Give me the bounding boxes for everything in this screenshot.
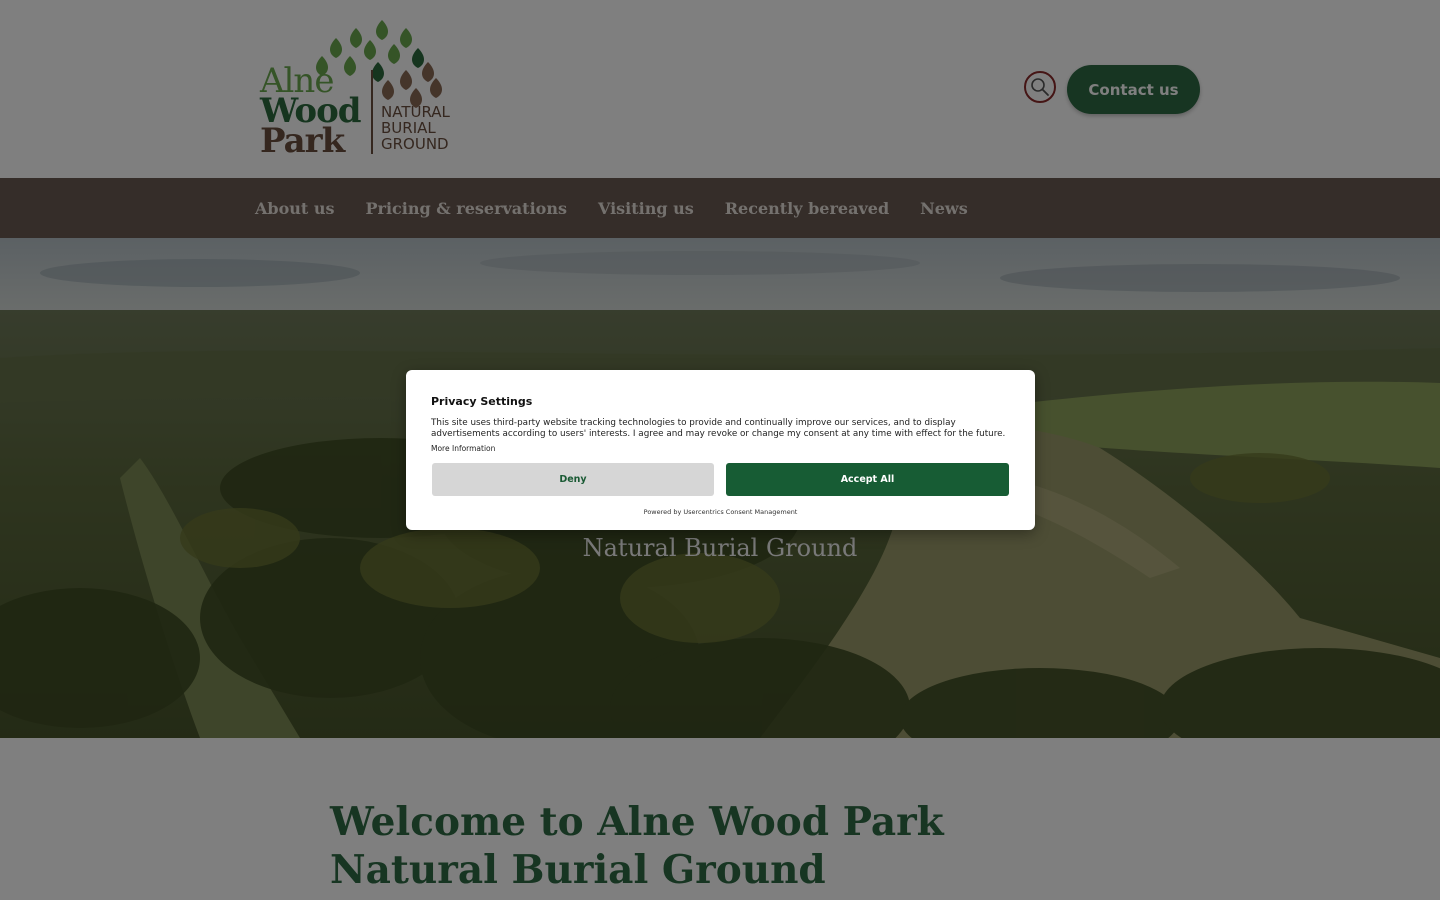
dialog-title: Privacy Settings: [431, 395, 533, 408]
deny-button[interactable]: Deny: [432, 463, 714, 496]
dialog-body-text: This site uses third-party website track…: [431, 418, 1006, 439]
accept-all-button[interactable]: Accept All: [726, 463, 1009, 496]
more-information-link[interactable]: More Information: [431, 444, 495, 453]
privacy-settings-dialog: Privacy Settings This site uses third-pa…: [406, 370, 1035, 530]
powered-by-text: Powered by Usercentrics Consent Manageme…: [643, 508, 798, 516]
